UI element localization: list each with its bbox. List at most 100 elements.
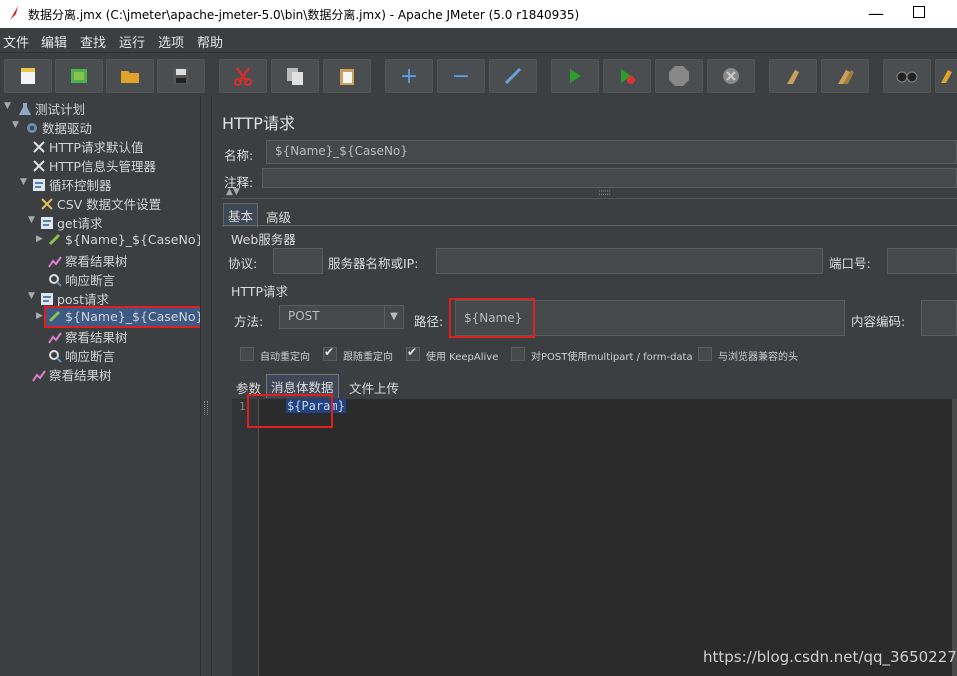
menu-run[interactable]: 运行 — [119, 32, 145, 51]
paste-icon — [340, 69, 354, 85]
window-title: 数据分离.jmx (C:\jmeter\apache-jmeter-5.0\bi… — [28, 8, 580, 22]
title-bar: 数据分离.jmx (C:\jmeter\apache-jmeter-5.0\bi… — [0, 0, 957, 28]
menu-search[interactable]: 查找 — [80, 32, 106, 51]
maximize-button[interactable] — [913, 6, 925, 18]
save-button[interactable] — [157, 59, 205, 93]
protocol-label: 协议: — [228, 256, 258, 271]
tree-item-response-assertion[interactable]: 响应断言 — [48, 346, 115, 364]
tree-item-thread-group[interactable]: 数据驱动 — [25, 118, 92, 136]
tab-basic[interactable]: 基本 — [223, 203, 259, 227]
tree-item-response-assertion[interactable]: 响应断言 — [48, 270, 115, 288]
tree-item-view-results-tree[interactable]: 察看结果树 — [32, 365, 112, 383]
chevron-down-icon[interactable]: ▼ — [384, 306, 403, 328]
collapse-triangles-icon[interactable]: ▲▼ — [226, 187, 240, 197]
tree-item-label: 响应断言 — [65, 349, 116, 364]
tree-item-loop-controller[interactable]: 循环控制器 — [32, 175, 112, 193]
checkbox-label: 使用 KeepAlive — [426, 352, 499, 363]
clear-all-icon — [838, 70, 854, 84]
shutdown-button[interactable] — [707, 59, 755, 93]
method-value: POST — [288, 309, 320, 323]
protocol-field[interactable] — [273, 248, 323, 274]
toggle-icon — [504, 67, 522, 85]
gear-icon — [27, 123, 37, 133]
reset-search-button[interactable] — [935, 59, 957, 93]
cut-button[interactable] — [219, 59, 267, 93]
minimize-button[interactable]: — — [868, 4, 884, 23]
copy-button[interactable] — [271, 59, 319, 93]
follow-redirect-checkbox[interactable]: ✔ — [323, 345, 337, 361]
split-pane-divider[interactable] — [200, 96, 212, 676]
line-number: 1 — [239, 400, 246, 413]
collapse-arrow-icon[interactable]: ▼ — [28, 215, 35, 225]
tree-item-http-defaults[interactable]: HTTP请求默认值 — [32, 137, 144, 155]
tree-item-post-controller[interactable]: post请求 — [40, 289, 109, 307]
templates-button[interactable] — [55, 59, 103, 93]
copy-icon — [287, 68, 303, 85]
auto-redirect-checkbox[interactable] — [240, 347, 254, 361]
new-button[interactable] — [4, 59, 52, 93]
page-title: HTTP请求 — [222, 114, 295, 133]
editor-scrollbar[interactable] — [952, 399, 957, 676]
search-button[interactable] — [883, 59, 931, 93]
tree-item-header-manager[interactable]: HTTP信息头管理器 — [32, 156, 156, 174]
collapse-arrow-icon[interactable]: ▼ — [4, 101, 11, 111]
encoding-field[interactable] — [921, 300, 957, 336]
comment-field[interactable] — [262, 168, 957, 188]
name-field[interactable]: ${Name}_${CaseNo} — [266, 140, 957, 164]
start-icon — [570, 69, 581, 83]
web-server-section-label: Web服务器 — [231, 232, 296, 247]
wrench-icon — [33, 160, 45, 172]
browser-headers-checkbox[interactable] — [698, 347, 712, 361]
encoding-label: 内容编码: — [851, 314, 906, 329]
tree-item-label: 察看结果树 — [49, 368, 112, 383]
splitter-grip-icon[interactable]: :::::: — [598, 188, 611, 198]
port-label: 端口号: — [829, 256, 871, 271]
method-label: 方法: — [234, 314, 264, 329]
start-no-pauses-button[interactable] — [603, 59, 651, 93]
stop-icon — [669, 66, 689, 86]
path-label: 路径: — [414, 314, 444, 329]
collapse-arrow-icon[interactable]: ▼ — [20, 177, 27, 187]
expand-all-button[interactable]: + — [385, 59, 433, 93]
tree-item-label: HTTP信息头管理器 — [49, 159, 156, 174]
open-button[interactable] — [106, 59, 154, 93]
expand-arrow-icon[interactable]: ▶ — [36, 234, 43, 244]
body-data-editor[interactable] — [232, 399, 957, 676]
paste-button[interactable] — [323, 59, 371, 93]
menu-file[interactable]: 文件 — [3, 32, 29, 51]
http-request-section-label: HTTP请求 — [231, 284, 288, 299]
keepalive-checkbox[interactable]: ✔ — [406, 345, 420, 361]
start-button[interactable] — [551, 59, 599, 93]
method-select[interactable]: POST ▼ — [279, 305, 404, 329]
tab-file-upload[interactable]: 文件上传 — [345, 376, 403, 399]
menu-edit[interactable]: 编辑 — [41, 32, 67, 51]
collapse-arrow-icon[interactable]: ▼ — [12, 120, 19, 130]
tree-item-get-sampler[interactable]: ${Name}_${CaseNo} — [48, 232, 203, 250]
collapse-all-button[interactable]: − — [437, 59, 485, 93]
clear-button[interactable] — [769, 59, 817, 93]
multipart-checkbox[interactable] — [511, 347, 525, 361]
divider — [222, 198, 957, 199]
tree-item-csv-config[interactable]: CSV 数据文件设置 — [40, 194, 161, 212]
jmeter-logo-icon — [10, 6, 18, 20]
tree-item-view-results-tree[interactable]: 察看结果树 — [48, 251, 128, 269]
tree-item-get-controller[interactable]: get请求 — [40, 213, 103, 231]
stop-button[interactable] — [655, 59, 703, 93]
server-field[interactable] — [436, 248, 823, 274]
port-field[interactable] — [887, 248, 957, 274]
clear-all-button[interactable] — [821, 59, 869, 93]
controller-icon — [41, 293, 53, 305]
clear-icon — [787, 70, 799, 84]
shutdown-icon — [723, 68, 739, 84]
tree-item-test-plan[interactable]: 测试计划 — [18, 99, 85, 117]
toolbar: + − — [0, 53, 957, 95]
expand-arrow-icon[interactable]: ▶ — [36, 311, 43, 321]
collapse-arrow-icon[interactable]: ▼ — [28, 291, 35, 301]
magnifier-icon — [49, 274, 62, 287]
menu-options[interactable]: 选项 — [158, 32, 184, 51]
save-icon — [173, 68, 189, 84]
menu-help[interactable]: 帮助 — [197, 32, 223, 51]
tree-item-label: ${Name}_${CaseNo} — [65, 232, 204, 247]
toggle-button[interactable] — [489, 59, 537, 93]
tree-item-view-results-tree[interactable]: 察看结果树 — [48, 327, 128, 345]
